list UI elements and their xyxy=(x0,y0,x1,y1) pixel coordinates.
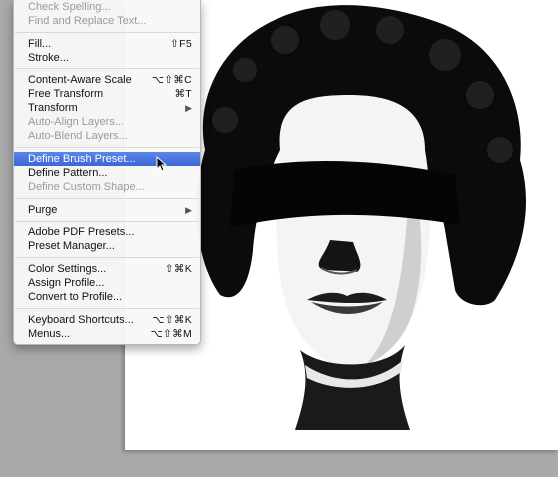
menu-separator xyxy=(15,221,199,222)
menu-separator xyxy=(15,147,199,148)
menu-item-adobe-pdf-presets[interactable]: Adobe PDF Presets... xyxy=(14,225,200,239)
menu-item-assign-profile[interactable]: Assign Profile... xyxy=(14,276,200,290)
menu-separator xyxy=(15,198,199,199)
menu-item-auto-blend-layers: Auto-Blend Layers... xyxy=(28,130,128,142)
menu-item-color-settings[interactable]: Color Settings... ⇧⌘K xyxy=(14,262,200,276)
menu-separator xyxy=(15,308,199,309)
menu-separator xyxy=(15,257,199,258)
edit-menu: Check Spelling... Find and Replace Text.… xyxy=(13,0,201,345)
menu-item-define-pattern[interactable]: Define Pattern... xyxy=(14,166,200,180)
menu-item-fill[interactable]: Fill... ⇧F5 xyxy=(14,37,200,51)
menu-item-transform[interactable]: Transform ▶ xyxy=(14,101,200,115)
menu-separator xyxy=(15,68,199,69)
menu-item-auto-align-layers: Auto-Align Layers... xyxy=(28,116,124,128)
submenu-arrow-icon: ▶ xyxy=(185,103,192,113)
submenu-arrow-icon: ▶ xyxy=(185,205,192,215)
menu-item-purge[interactable]: Purge ▶ xyxy=(14,203,200,217)
menu-item-find-replace: Find and Replace Text... xyxy=(28,15,147,27)
menu-item-check-spelling: Check Spelling... xyxy=(28,1,111,13)
menu-item-convert-to-profile[interactable]: Convert to Profile... xyxy=(14,290,200,304)
mouse-pointer-icon xyxy=(156,156,167,172)
menu-separator xyxy=(15,32,199,33)
menu-item-menus[interactable]: Menus... ⌥⇧⌘M xyxy=(14,327,200,341)
menu-item-stroke[interactable]: Stroke... xyxy=(14,51,200,65)
menu-item-define-brush-preset[interactable]: Define Brush Preset... xyxy=(14,152,200,166)
menu-item-keyboard-shortcuts[interactable]: Keyboard Shortcuts... ⌥⇧⌘K xyxy=(14,313,200,327)
menu-item-define-custom-shape: Define Custom Shape... xyxy=(28,181,145,193)
menu-item-preset-manager[interactable]: Preset Manager... xyxy=(14,239,200,253)
menu-item-content-aware-scale[interactable]: Content-Aware Scale ⌥⇧⌘C xyxy=(14,73,200,87)
menu-item-free-transform[interactable]: Free Transform ⌘T xyxy=(14,87,200,101)
